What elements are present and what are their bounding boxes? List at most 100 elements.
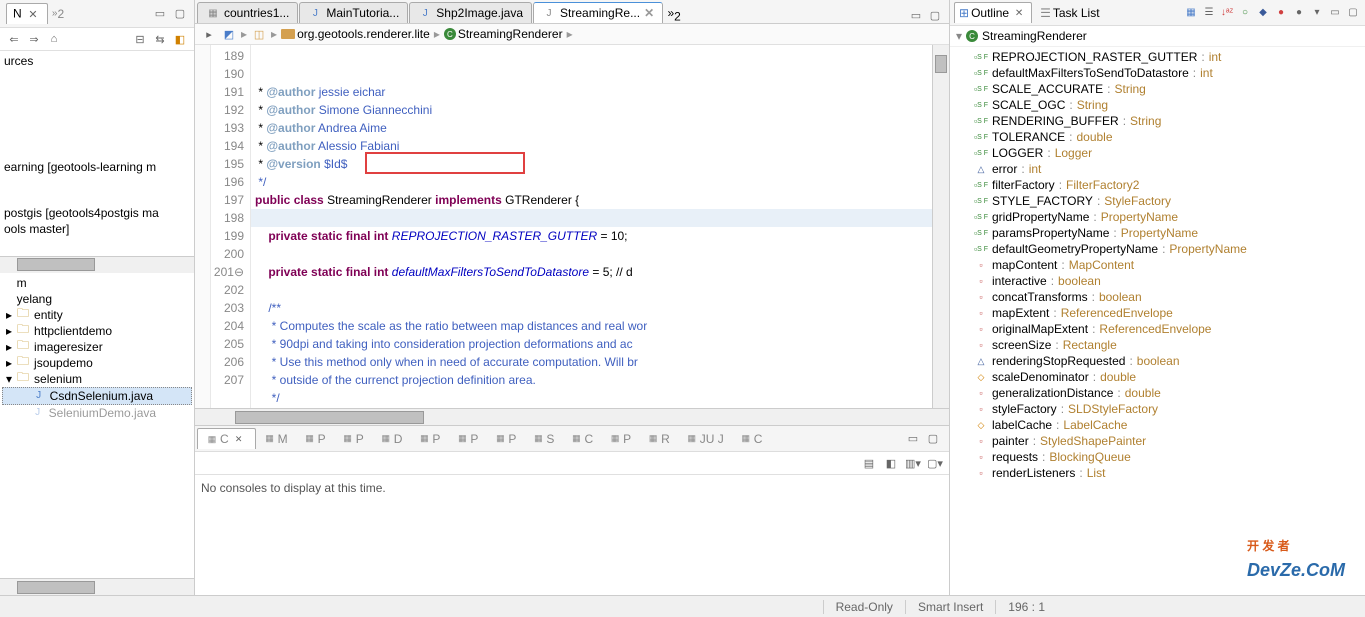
forward-icon[interactable]: ⇒: [26, 31, 42, 47]
maximize-icon[interactable]: ▢: [925, 431, 941, 447]
back-icon[interactable]: ⇐: [6, 31, 22, 47]
editor-body[interactable]: 189190191192193194195196197198199200201⊖…: [195, 45, 949, 408]
project-tree[interactable]: urcesearning [geotools-learning mpostgis…: [0, 51, 194, 256]
code-line[interactable]: private static final int REPROJECTION_RA…: [251, 227, 932, 245]
editor-tab[interactable]: JStreamingRe...✕: [533, 2, 663, 23]
code-line[interactable]: /**: [251, 299, 932, 317]
breadcrumb[interactable]: ▸ ◩ ▸ ◫ ▸ org.geotools.renderer.lite▸C S…: [195, 24, 949, 45]
view-tab[interactable]: ▦R: [639, 430, 678, 448]
tree-item[interactable]: postgis [geotools4postgis ma: [2, 205, 192, 221]
view-tab[interactable]: ▦C: [562, 430, 601, 448]
outline-item[interactable]: ▫S FLOGGER : Logger: [956, 145, 1359, 161]
code-line[interactable]: * Computes the scale as the ratio betwee…: [251, 317, 932, 335]
outline-item[interactable]: ▫S FRENDERING_BUFFER : String: [956, 113, 1359, 129]
view-tab[interactable]: ▦P: [334, 430, 372, 448]
console-display-icon[interactable]: ▥▾: [905, 455, 921, 471]
h-scrollbar[interactable]: [0, 256, 194, 273]
code-line[interactable]: * 90dpi and taking into consideration pr…: [251, 335, 932, 353]
nav-icon[interactable]: ▸: [201, 26, 217, 42]
maximize-icon[interactable]: ▢: [927, 7, 943, 23]
outline-item[interactable]: ▫S FSTYLE_FACTORY : StyleFactory: [956, 193, 1359, 209]
hide-static-icon[interactable]: ◆: [1255, 5, 1271, 21]
code-line[interactable]: [251, 245, 932, 263]
hide-fields-icon[interactable]: ○: [1237, 5, 1253, 21]
package-tree[interactable]: m yelang▸ 🗀entity▸ 🗀httpclientdemo▸ 🗀ima…: [0, 273, 194, 578]
folder-item[interactable]: ▸ 🗀entity: [2, 307, 192, 323]
line-gutter[interactable]: 189190191192193194195196197198199200201⊖…: [211, 45, 251, 408]
code-line[interactable]: public static final String SCALE_ACCURAT…: [251, 407, 932, 408]
collapse-all-icon[interactable]: ⊟: [132, 31, 148, 47]
view-tab[interactable]: ▦P: [486, 430, 524, 448]
code-line[interactable]: * @author jessie eichar: [251, 83, 932, 101]
outline-item[interactable]: ◇scaleDenominator : double: [956, 369, 1359, 385]
java-file-item[interactable]: JCsdnSelenium.java: [2, 387, 192, 405]
outline-item[interactable]: ▫mapContent : MapContent: [956, 257, 1359, 273]
outline-item[interactable]: ▫S FSCALE_ACCURATE : String: [956, 81, 1359, 97]
view-tab[interactable]: ▦C ✕: [197, 428, 256, 449]
folder-item[interactable]: m: [2, 275, 192, 291]
outline-item[interactable]: ▫S FTOLERANCE : double: [956, 129, 1359, 145]
view-tab[interactable]: ▦M: [256, 430, 296, 448]
hide-local-icon[interactable]: ●: [1291, 5, 1307, 21]
view-tab[interactable]: ▦JU J: [678, 430, 732, 448]
outline-tab[interactable]: ⊞ Outline ✕: [954, 2, 1032, 23]
menu-icon[interactable]: ▾: [1309, 5, 1325, 21]
folder-item[interactable]: ▸ 🗀httpclientdemo: [2, 323, 192, 339]
link-editor-icon[interactable]: ⇆: [152, 31, 168, 47]
outline-root[interactable]: ▾ C StreamingRenderer: [950, 26, 1365, 47]
outline-item[interactable]: ▫S FdefaultGeometryPropertyName : Proper…: [956, 241, 1359, 257]
overflow-button[interactable]: »2: [664, 6, 681, 23]
code-line[interactable]: * @author Andrea Aime: [251, 119, 932, 137]
code-line[interactable]: * Use this method only when in need of a…: [251, 353, 932, 371]
az-icon[interactable]: ↓ᵃᶻ: [1219, 5, 1235, 21]
breadcrumb-item[interactable]: org.geotools.renderer.lite: [281, 27, 430, 41]
outline-item[interactable]: ▫S FparamsPropertyName : PropertyName: [956, 225, 1359, 241]
view-tab[interactable]: ▦P: [601, 430, 639, 448]
view-tab[interactable]: ▦C: [732, 430, 771, 448]
minimize-icon[interactable]: ▭: [905, 431, 921, 447]
code-line[interactable]: * outside of the currenct projection def…: [251, 371, 932, 389]
minimize-icon[interactable]: ▭: [1327, 5, 1343, 21]
h-scrollbar-2[interactable]: [0, 578, 194, 595]
minimize-icon[interactable]: ▭: [908, 7, 924, 23]
view-tab[interactable]: ▦P: [296, 430, 334, 448]
java-file-item[interactable]: JSeleniumDemo.java: [2, 405, 192, 421]
tree-item[interactable]: urces: [2, 53, 192, 69]
code-line[interactable]: * @author Alessio Fabiani: [251, 137, 932, 155]
folder-item[interactable]: ▸ 🗀imageresizer: [2, 339, 192, 355]
overflow-button[interactable]: »2: [52, 8, 64, 20]
outline-item[interactable]: ▫styleFactory : SLDStyleFactory: [956, 401, 1359, 417]
minimize-icon[interactable]: ▭: [152, 6, 168, 22]
code-line[interactable]: */: [251, 173, 932, 191]
outline-item[interactable]: ▫concatTransforms : boolean: [956, 289, 1359, 305]
editor-tab[interactable]: JMainTutoria...: [299, 2, 408, 23]
console-pin-icon[interactable]: ◧: [883, 455, 899, 471]
outline-item[interactable]: ▫S FdefaultMaxFiltersToSendToDatastore :…: [956, 65, 1359, 81]
outline-item[interactable]: ▫originalMapExtent : ReferencedEnvelope: [956, 321, 1359, 337]
editor-tab[interactable]: ▦countries1...: [197, 2, 298, 23]
tasklist-tab[interactable]: ☰ Task List: [1036, 4, 1103, 22]
outline-item[interactable]: ▫painter : StyledShapePainter: [956, 433, 1359, 449]
code-area[interactable]: * @author jessie eichar * @author Simone…: [251, 45, 932, 408]
close-icon[interactable]: ✕: [231, 431, 247, 447]
view-tab[interactable]: ▦S: [524, 430, 562, 448]
outline-item[interactable]: ▫S FREPROJECTION_RASTER_GUTTER : int: [956, 49, 1359, 65]
close-icon[interactable]: ✕: [1011, 5, 1027, 21]
home-icon[interactable]: ⌂: [46, 31, 62, 47]
code-line[interactable]: [251, 209, 932, 227]
view-tab[interactable]: ▦D: [372, 430, 411, 448]
maximize-icon[interactable]: ▢: [172, 6, 188, 22]
code-line[interactable]: private static final int defaultMaxFilte…: [251, 263, 932, 281]
code-line[interactable]: */: [251, 389, 932, 407]
close-icon[interactable]: ✕: [644, 6, 654, 20]
code-line[interactable]: public class StreamingRenderer implement…: [251, 191, 932, 209]
outline-item[interactable]: △renderingStopRequested : boolean: [956, 353, 1359, 369]
outline-item[interactable]: ▫renderListeners : List: [956, 465, 1359, 481]
editor-h-scrollbar[interactable]: [195, 408, 949, 425]
folder-item[interactable]: ▸ 🗀jsoupdemo: [2, 355, 192, 371]
nav2-icon[interactable]: ◩: [221, 26, 237, 42]
console-new-icon[interactable]: ▤: [861, 455, 877, 471]
tree-item[interactable]: ools master]: [2, 221, 192, 237]
pkg-icon[interactable]: ◫: [251, 26, 267, 42]
view-tab[interactable]: ▦P: [410, 430, 448, 448]
